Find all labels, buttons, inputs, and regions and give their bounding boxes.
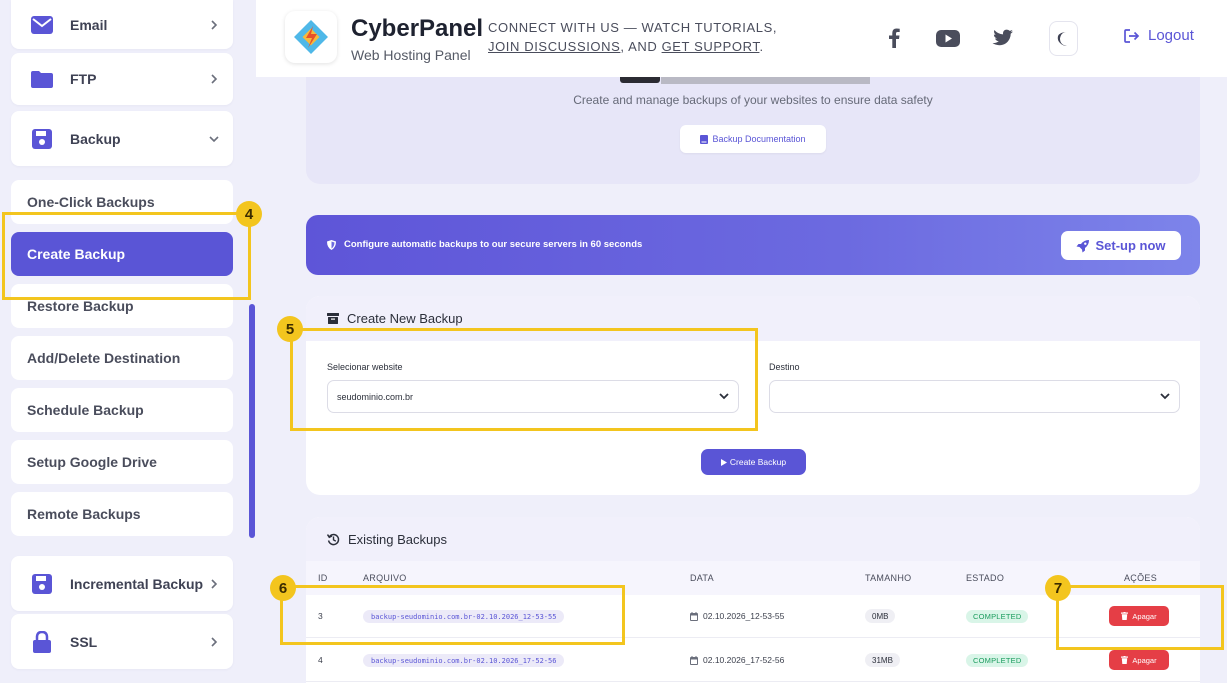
sidebar-item-label: Backup xyxy=(70,130,121,147)
envelope-icon xyxy=(31,14,53,36)
backup-id: 4 xyxy=(318,655,323,665)
chevron-down-icon xyxy=(1160,393,1170,400)
banner-text: Configure automatic backups to our secur… xyxy=(344,239,643,250)
lock-icon xyxy=(31,630,53,653)
sidebar-scrollbar[interactable] xyxy=(249,304,255,538)
backup-size: 0MB xyxy=(865,609,896,623)
annotation-badge-4: 4 xyxy=(236,201,262,227)
archive-icon xyxy=(327,313,339,324)
calendar-icon xyxy=(690,655,698,665)
backup-date: 02.10.2026_12-53-55 xyxy=(690,611,784,621)
chevron-right-icon xyxy=(211,74,218,84)
facebook-icon[interactable] xyxy=(882,26,906,50)
logout-button[interactable]: Logout xyxy=(1124,27,1194,44)
existing-backups-title: Existing Backups xyxy=(348,531,447,547)
status-badge: COMPLETED xyxy=(966,610,1029,623)
twitter-icon[interactable] xyxy=(991,26,1015,50)
brand-title: CyberPanel xyxy=(351,15,484,42)
destination-select-label: Destino xyxy=(769,362,800,372)
backup-date: 02.10.2026_17-52-56 xyxy=(690,655,784,665)
sidebar-item-label: SSL xyxy=(70,633,98,650)
annotation-badge-6: 6 xyxy=(270,575,296,601)
sidebar-item-backup[interactable]: Backup xyxy=(11,111,233,166)
sidebar-sub-setup-google-drive[interactable]: Setup Google Drive xyxy=(11,440,233,484)
moon-icon xyxy=(1057,31,1067,46)
connect-suffix: . xyxy=(759,39,764,54)
column-header-id: ID xyxy=(318,573,328,583)
intro-description: Create and manage backups of your websit… xyxy=(573,93,933,107)
get-support-link[interactable]: GET SUPPORT xyxy=(662,39,760,54)
top-header: CyberPanel Web Hosting Panel CONNECT WIT… xyxy=(256,0,1227,77)
youtube-icon[interactable] xyxy=(936,26,960,50)
connect-prefix: CONNECT WITH US — WATCH TUTORIALS, xyxy=(488,20,778,35)
chevron-right-icon xyxy=(211,578,218,589)
connect-mid: , AND xyxy=(620,39,662,54)
calendar-icon xyxy=(690,611,698,621)
cyberpanel-logo[interactable] xyxy=(285,11,337,63)
folder-icon xyxy=(31,68,53,90)
connect-with-us-text: CONNECT WITH US — WATCH TUTORIALS, JOIN … xyxy=(488,18,808,56)
existing-backups-header: Existing Backups xyxy=(306,517,1200,561)
sidebar-item-label: FTP xyxy=(70,71,97,87)
backup-documentation-label: Backup Documentation xyxy=(712,134,806,144)
floppy-disk-icon xyxy=(31,128,53,150)
rocket-icon xyxy=(1076,239,1090,252)
banner-message: Configure automatic backups to our secur… xyxy=(327,239,642,250)
cyberpanel-logo-icon xyxy=(294,20,328,54)
logout-label: Logout xyxy=(1148,27,1194,44)
backup-documentation-button[interactable]: Backup Documentation xyxy=(680,125,826,153)
column-header-arquivo: ARQUIVO xyxy=(363,573,407,583)
chevron-down-icon xyxy=(209,135,219,142)
sidebar-sub-add-delete-destination[interactable]: Add/Delete Destination xyxy=(11,336,233,380)
highlight-box-7 xyxy=(1056,585,1224,650)
sidebar-item-email[interactable]: Email xyxy=(11,0,233,49)
brand-subtitle: Web Hosting Panel xyxy=(351,47,471,63)
trash-icon xyxy=(1121,656,1129,664)
sidebar-item-ssl[interactable]: SSL xyxy=(11,614,233,669)
annotation-badge-7: 7 xyxy=(1045,575,1071,601)
book-icon xyxy=(700,134,709,144)
create-backup-button-label: Create Backup xyxy=(729,457,787,467)
sidebar-item-ftp[interactable]: FTP xyxy=(11,53,233,105)
column-header-estado: ESTADO xyxy=(966,573,1005,583)
shield-icon xyxy=(327,239,336,250)
destination-select[interactable] xyxy=(769,380,1180,413)
setup-now-button[interactable]: Set-up now xyxy=(1061,231,1181,260)
intro-graphic-bar xyxy=(661,77,870,84)
auto-backup-banner: Configure automatic backups to our secur… xyxy=(306,215,1200,275)
sidebar: Email FTP Backup One-Click Backups Creat… xyxy=(0,0,256,683)
sidebar-item-label: Email xyxy=(70,16,108,33)
highlight-box-5 xyxy=(290,328,758,431)
dark-mode-toggle[interactable] xyxy=(1049,21,1078,56)
intro-graphic xyxy=(620,77,660,83)
sidebar-item-label: Incremental Backup xyxy=(70,575,204,592)
backup-date-text: 02.10.2026_17-52-56 xyxy=(703,655,785,665)
chevron-right-icon xyxy=(211,19,218,30)
highlight-box-6 xyxy=(280,585,625,645)
sidebar-item-incremental-backup[interactable]: Incremental Backup xyxy=(11,556,233,611)
backup-date-text: 02.10.2026_12-53-55 xyxy=(703,611,785,621)
join-discussions-link[interactable]: JOIN DISCUSSIONS xyxy=(488,39,620,54)
sidebar-sub-schedule-backup[interactable]: Schedule Backup xyxy=(11,388,233,432)
backup-intro-card: Create and manage backups of your websit… xyxy=(306,60,1200,184)
history-icon xyxy=(327,533,340,545)
chevron-right-icon xyxy=(211,636,218,647)
backup-size: 31MB xyxy=(865,653,900,667)
column-header-acoes: AÇÕES xyxy=(1124,573,1158,583)
setup-now-label: Set-up now xyxy=(1095,238,1166,253)
annotation-badge-5: 5 xyxy=(277,316,303,342)
sign-out-icon xyxy=(1124,28,1140,43)
backup-file-name: backup-seudominio.com.br-02.10.2026_17-5… xyxy=(363,654,565,667)
create-backup-title: Create New Backup xyxy=(347,311,463,326)
column-header-data: DATA xyxy=(690,573,714,583)
delete-backup-label: Apagar xyxy=(1132,655,1157,665)
play-icon xyxy=(720,458,727,466)
delete-backup-button[interactable]: Apagar xyxy=(1109,650,1169,670)
highlight-box-4 xyxy=(2,212,251,300)
create-backup-button[interactable]: Create Backup xyxy=(701,449,806,475)
column-header-tamanho: TAMANHO xyxy=(865,573,912,583)
floppy-disk-icon xyxy=(31,573,53,595)
status-badge: COMPLETED xyxy=(966,654,1029,667)
sidebar-sub-remote-backups[interactable]: Remote Backups xyxy=(11,492,233,536)
